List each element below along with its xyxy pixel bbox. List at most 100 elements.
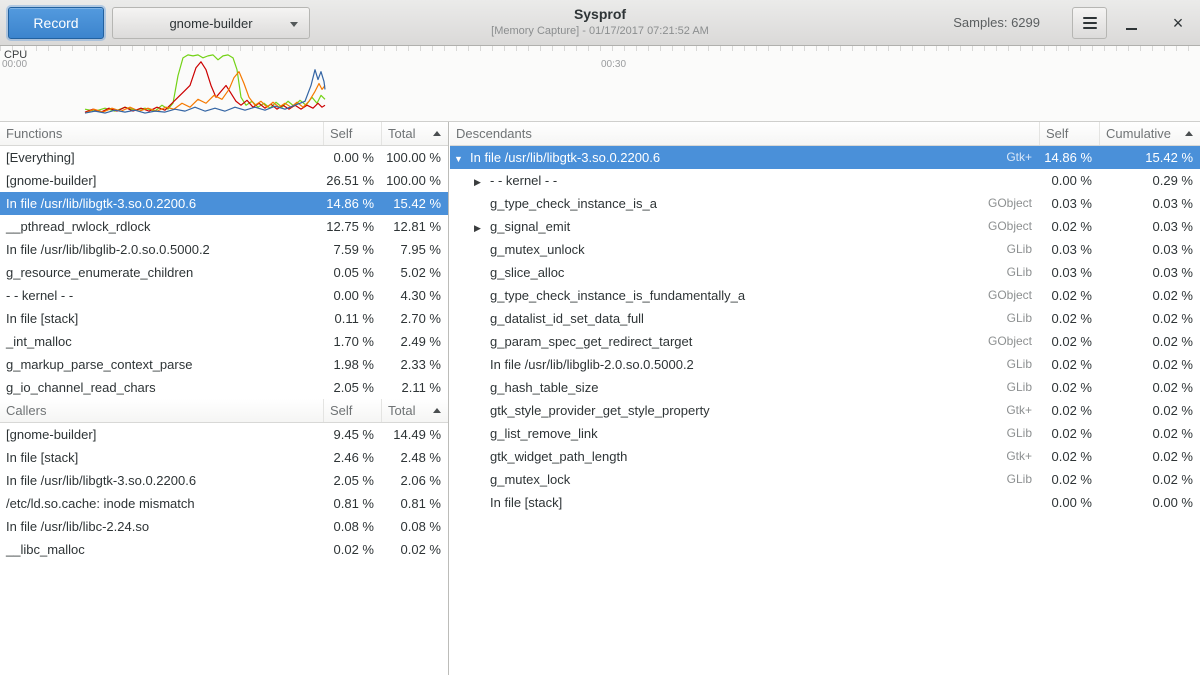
cell-function-name: - - kernel - - bbox=[0, 284, 324, 307]
tree-row[interactable]: gtk_style_provider_get_style_propertyGtk… bbox=[450, 399, 1200, 422]
tree-row[interactable]: ▶g_signal_emitGObject0.02 %0.03 % bbox=[450, 215, 1200, 238]
table-row[interactable]: __libc_malloc0.02 %0.02 % bbox=[0, 538, 448, 561]
column-header-descendants[interactable]: Descendants bbox=[450, 122, 1040, 145]
cell-function-name: g_param_spec_get_redirect_target bbox=[450, 330, 976, 353]
cell-total-percent: 14.49 % bbox=[382, 423, 448, 446]
table-row[interactable]: In file /usr/lib/libglib-2.0.so.0.5000.2… bbox=[0, 238, 448, 261]
table-row[interactable]: [gnome-builder]26.51 %100.00 % bbox=[0, 169, 448, 192]
table-row[interactable]: In file /usr/lib/libc-2.24.so0.08 %0.08 … bbox=[0, 515, 448, 538]
cpu-timeline[interactable]: CPU 00:00 00:30 bbox=[0, 46, 1200, 122]
column-header-self[interactable]: Self bbox=[324, 399, 382, 422]
table-row[interactable]: /etc/ld.so.cache: inode mismatch0.81 %0.… bbox=[0, 492, 448, 515]
tree-row[interactable]: ▶- - kernel - - 0.00 %0.29 % bbox=[450, 169, 1200, 192]
cell-library-tag: Gtk+ bbox=[976, 445, 1040, 468]
table-row[interactable]: In file /usr/lib/libgtk-3.so.0.2200.614.… bbox=[0, 192, 448, 215]
tree-row[interactable]: g_hash_table_sizeGLib0.02 %0.02 % bbox=[450, 376, 1200, 399]
table-row[interactable]: [gnome-builder]9.45 %14.49 % bbox=[0, 423, 448, 446]
cell-function-name: gtk_widget_path_length bbox=[450, 445, 976, 468]
table-row[interactable]: g_resource_enumerate_children0.05 %5.02 … bbox=[0, 261, 448, 284]
tree-row[interactable]: In file [stack]0.00 %0.00 % bbox=[450, 491, 1200, 514]
title-block: Sysprof [Memory Capture] - 01/17/2017 07… bbox=[320, 6, 880, 37]
cell-self-percent: 0.08 % bbox=[324, 515, 382, 538]
cell-self-percent: 0.00 % bbox=[324, 284, 382, 307]
hamburger-icon bbox=[1083, 17, 1097, 19]
cell-total-percent: 0.02 % bbox=[382, 538, 448, 561]
cell-function-name: [gnome-builder] bbox=[0, 423, 324, 446]
expander-closed-icon[interactable]: ▶ bbox=[474, 171, 490, 192]
process-selector-label: gnome-builder bbox=[169, 16, 252, 31]
cell-total-percent: 100.00 % bbox=[382, 169, 448, 192]
table-row[interactable]: In file /usr/lib/libgtk-3.so.0.2200.62.0… bbox=[0, 469, 448, 492]
cell-cumulative-percent: 0.03 % bbox=[1100, 192, 1200, 215]
close-button[interactable]: × bbox=[1164, 9, 1192, 37]
cell-self-percent: 2.05 % bbox=[324, 469, 382, 492]
cell-function-name: g_type_check_instance_is_a bbox=[450, 192, 976, 215]
column-header-cumulative[interactable]: Cumulative bbox=[1100, 122, 1200, 145]
samples-count: Samples: 6299 bbox=[953, 0, 1040, 46]
expander-open-icon[interactable]: ▼ bbox=[454, 148, 470, 169]
column-header-label: Self bbox=[330, 403, 352, 418]
tree-row[interactable]: gtk_widget_path_lengthGtk+0.02 %0.02 % bbox=[450, 445, 1200, 468]
cell-self-percent: 1.98 % bbox=[324, 353, 382, 376]
cell-cumulative-percent: 0.02 % bbox=[1100, 445, 1200, 468]
minimize-button[interactable] bbox=[1126, 9, 1154, 37]
cell-function-name: g_mutex_lock bbox=[450, 468, 976, 491]
column-header-self[interactable]: Self bbox=[1040, 122, 1100, 145]
column-header-callers[interactable]: Callers bbox=[0, 399, 324, 422]
column-header-label: Total bbox=[388, 126, 415, 141]
cell-function-name: [Everything] bbox=[0, 146, 324, 169]
expander-closed-icon[interactable]: ▶ bbox=[474, 217, 490, 238]
column-header-self[interactable]: Self bbox=[324, 122, 382, 145]
time-tick-label-mid: 00:30 bbox=[601, 59, 626, 70]
tree-row[interactable]: g_type_check_instance_is_aGObject0.03 %0… bbox=[450, 192, 1200, 215]
cell-cumulative-percent: 0.29 % bbox=[1100, 169, 1200, 192]
function-label: g_slice_alloc bbox=[490, 265, 564, 280]
tree-row[interactable]: g_mutex_unlockGLib0.03 %0.03 % bbox=[450, 238, 1200, 261]
table-row[interactable]: [Everything]0.00 %100.00 % bbox=[0, 146, 448, 169]
tree-row[interactable]: In file /usr/lib/libglib-2.0.so.0.5000.2… bbox=[450, 353, 1200, 376]
table-row[interactable]: In file [stack]0.11 %2.70 % bbox=[0, 307, 448, 330]
tree-row[interactable]: g_slice_allocGLib0.03 %0.03 % bbox=[450, 261, 1200, 284]
cell-library-tag: GLib bbox=[976, 307, 1040, 330]
functions-header: Functions Self Total bbox=[0, 122, 448, 146]
function-label: g_hash_table_size bbox=[490, 380, 598, 395]
tree-row[interactable]: g_mutex_lockGLib0.02 %0.02 % bbox=[450, 468, 1200, 491]
cell-self-percent: 0.02 % bbox=[1040, 353, 1100, 376]
tree-row[interactable]: g_type_check_instance_is_fundamentally_a… bbox=[450, 284, 1200, 307]
cell-self-percent: 0.00 % bbox=[1040, 169, 1100, 192]
column-header-functions[interactable]: Functions bbox=[0, 122, 324, 145]
cell-self-percent: 0.02 % bbox=[1040, 445, 1100, 468]
cell-self-percent: 9.45 % bbox=[324, 423, 382, 446]
callers-header: Callers Self Total bbox=[0, 399, 448, 423]
record-button[interactable]: Record bbox=[8, 7, 104, 39]
cell-self-percent: 0.02 % bbox=[1040, 376, 1100, 399]
tree-row[interactable]: g_datalist_id_set_data_fullGLib0.02 %0.0… bbox=[450, 307, 1200, 330]
cell-self-percent: 26.51 % bbox=[324, 169, 382, 192]
table-row[interactable]: _int_malloc1.70 %2.49 % bbox=[0, 330, 448, 353]
tree-row[interactable]: ▼In file /usr/lib/libgtk-3.so.0.2200.6Gt… bbox=[450, 146, 1200, 169]
table-row[interactable]: g_io_channel_read_chars2.05 %2.11 % bbox=[0, 376, 448, 399]
function-label: gtk_style_provider_get_style_property bbox=[490, 403, 710, 418]
column-header-total[interactable]: Total bbox=[382, 122, 448, 145]
cell-function-name: __pthread_rwlock_rdlock bbox=[0, 215, 324, 238]
table-row[interactable]: g_markup_parse_context_parse1.98 %2.33 % bbox=[0, 353, 448, 376]
cell-self-percent: 0.02 % bbox=[1040, 330, 1100, 353]
function-label: - - kernel - - bbox=[490, 173, 557, 188]
cell-function-name: g_markup_parse_context_parse bbox=[0, 353, 324, 376]
cell-library-tag: GObject bbox=[976, 192, 1040, 215]
column-header-label: Self bbox=[1046, 126, 1068, 141]
tree-row[interactable]: g_param_spec_get_redirect_targetGObject0… bbox=[450, 330, 1200, 353]
hamburger-menu-button[interactable] bbox=[1072, 7, 1107, 39]
process-selector-dropdown[interactable]: gnome-builder bbox=[112, 7, 310, 39]
descendants-body: ▼In file /usr/lib/libgtk-3.so.0.2200.6Gt… bbox=[450, 146, 1200, 514]
table-row[interactable]: __pthread_rwlock_rdlock12.75 %12.81 % bbox=[0, 215, 448, 238]
column-header-total[interactable]: Total bbox=[382, 399, 448, 422]
window-title: Sysprof bbox=[320, 6, 880, 22]
cell-self-percent: 0.02 % bbox=[1040, 284, 1100, 307]
cell-cumulative-percent: 0.02 % bbox=[1100, 376, 1200, 399]
table-row[interactable]: In file [stack]2.46 %2.48 % bbox=[0, 446, 448, 469]
function-label: g_mutex_lock bbox=[490, 472, 570, 487]
table-row[interactable]: - - kernel - -0.00 %4.30 % bbox=[0, 284, 448, 307]
cell-cumulative-percent: 0.02 % bbox=[1100, 284, 1200, 307]
tree-row[interactable]: g_list_remove_linkGLib0.02 %0.02 % bbox=[450, 422, 1200, 445]
